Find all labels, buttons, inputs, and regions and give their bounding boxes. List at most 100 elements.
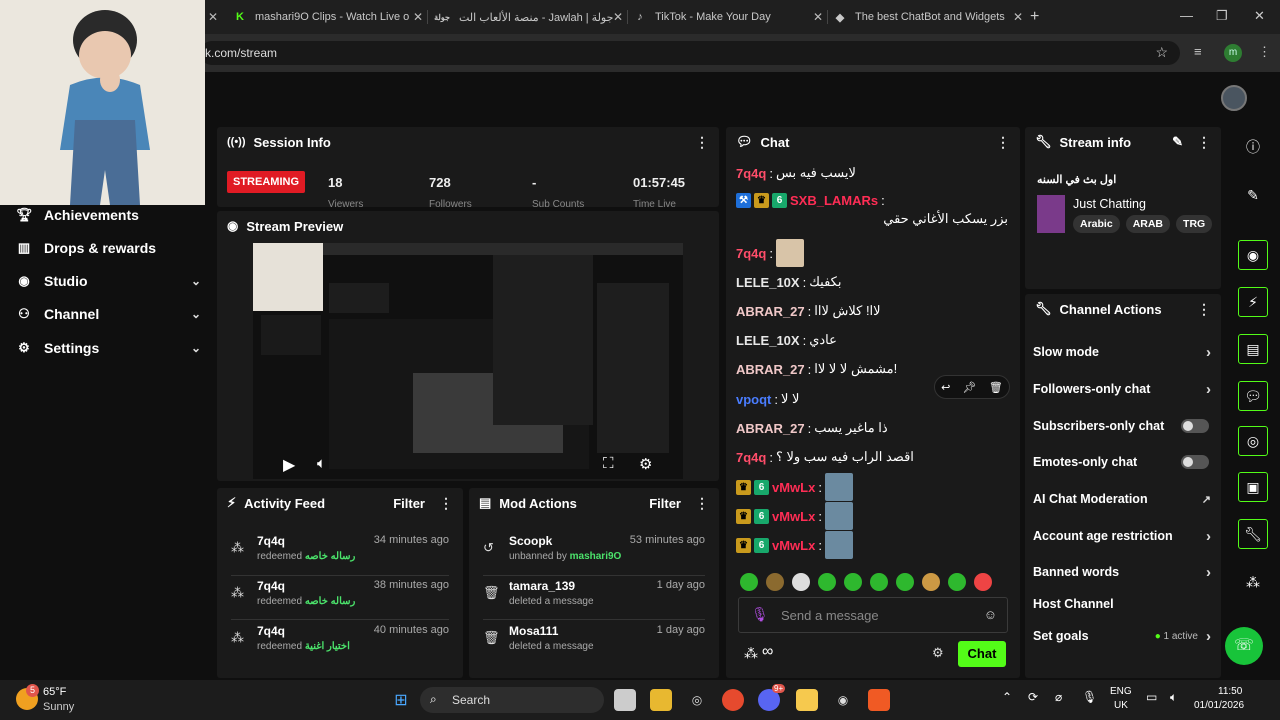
sidebar-item-achievements[interactable]: 🏆︎ Achievements	[16, 207, 201, 223]
wrench-icon[interactable]: 🔧︎	[1238, 519, 1268, 549]
chat-message[interactable]: ♛ 6 vMwLx:	[736, 473, 1008, 501]
browser-menu-icon[interactable]: ⋮	[1258, 44, 1271, 60]
support-button[interactable]: ☏	[1225, 627, 1263, 665]
sidebar-item-channel[interactable]: ⚇ Channel ⌄	[16, 306, 201, 322]
emote-icon[interactable]	[792, 573, 810, 591]
list-item[interactable]: ⁂ 7q4q redeemed رساله خاصه 34 minutes ag…	[231, 532, 453, 576]
emote-icon[interactable]	[818, 573, 836, 591]
action-ai-moderation[interactable]: AI Chat Moderation ↗	[1033, 489, 1211, 509]
stream-video[interactable]: ▶ 🔈︎ ⛶ ⚙	[253, 243, 683, 479]
chat-message[interactable]: ♛ 6 vMwLx:	[736, 502, 1008, 530]
broadcast-icon[interactable]: ◎	[1238, 426, 1268, 456]
folder-icon[interactable]	[650, 689, 672, 711]
star-icon[interactable]: ☆	[1155, 44, 1168, 61]
emote-bar[interactable]	[740, 573, 1000, 591]
browser-tab-kick[interactable]: K mashari9O Clips - Watch Live o ✕	[233, 4, 423, 30]
volume-icon[interactable]: 🔈︎	[317, 455, 326, 472]
info-icon[interactable]: ⓘ	[1238, 132, 1268, 162]
subscribers-only-toggle[interactable]	[1181, 419, 1209, 433]
fullscreen-icon[interactable]: ⛶	[603, 455, 614, 472]
network-icon[interactable]: ⌀	[1055, 690, 1062, 704]
region[interactable]: UK	[1114, 700, 1128, 711]
taskbar-search[interactable]: ⌕ Search	[420, 687, 604, 713]
sidebar-item-settings[interactable]: ⚙ Settings ⌄	[16, 340, 201, 356]
profile-avatar[interactable]: m	[1224, 44, 1242, 62]
microphone-icon[interactable]: 🎙︎	[1082, 690, 1097, 704]
close-icon[interactable]: ✕	[613, 10, 623, 24]
sidebar-item-studio[interactable]: ◉ Studio ⌄	[16, 273, 201, 289]
volume-icon[interactable]: 🔈︎	[1170, 690, 1177, 705]
windows-start-icon[interactable]: ⊞	[390, 689, 412, 711]
camera-icon[interactable]: ◉	[1238, 240, 1268, 270]
emote-icon[interactable]	[922, 573, 940, 591]
chat-icon[interactable]: 💬︎	[1238, 381, 1268, 411]
chat-message[interactable]: LELE_10X: بكفيك	[736, 274, 1008, 290]
browser-tab-chatbot[interactable]: ◆ The best ChatBot and Widgets ✕	[833, 4, 1023, 30]
more-icon[interactable]: ⋮	[1197, 135, 1211, 149]
send-chat-button[interactable]: Chat	[958, 641, 1006, 667]
action-slow-mode[interactable]: Slow mode ›	[1033, 342, 1211, 362]
task-view-icon[interactable]	[614, 689, 636, 711]
emote-icon[interactable]	[974, 573, 992, 591]
media-icon[interactable]: ≡	[1194, 44, 1202, 59]
gear-icon[interactable]: ⚙	[932, 645, 944, 661]
maximize-button[interactable]: ❐	[1216, 8, 1228, 24]
chrome-icon[interactable]	[722, 689, 744, 711]
gear-icon[interactable]: ⚙	[639, 455, 652, 473]
more-icon[interactable]: ⋮	[1197, 302, 1211, 316]
list-item[interactable]: 🗑︎ Mosa111 deleted a message 1 day ago	[483, 622, 709, 666]
close-icon[interactable]: ✕	[208, 10, 218, 24]
more-icon[interactable]: ⋮	[439, 496, 453, 510]
tray-chevron-icon[interactable]: ⌃	[1002, 690, 1012, 704]
microphone-icon[interactable]: 🎙︎	[751, 606, 769, 623]
action-set-goals[interactable]: Set goals ● 1 active ›	[1033, 626, 1211, 646]
list-item[interactable]: ⁂ 7q4q redeemed رساله خاصه 38 minutes ag…	[231, 577, 453, 621]
points-icon[interactable]: ⁂	[744, 645, 758, 662]
chat-message[interactable]: 7q4q: اقصد الراب فيه سب ولا ؟	[736, 449, 1008, 465]
chat-message[interactable]: ⚒ ♛ 6 SXB_LAMARs: بزر يسكب الأغاني حقي	[736, 193, 1008, 227]
close-icon[interactable]: ✕	[413, 10, 423, 24]
window-close-button[interactable]: ✕	[1254, 8, 1265, 24]
list-item[interactable]: ↺ Scoopk unbanned by mashari9O 53 minute…	[483, 532, 709, 576]
emote-icon[interactable]	[870, 573, 888, 591]
points-icon[interactable]: ⁂	[1238, 567, 1268, 597]
edit-icon[interactable]: ✎	[1172, 134, 1183, 150]
chat-message[interactable]: 7q4q: لايسب فيه بس	[736, 165, 1008, 181]
close-icon[interactable]: ✕	[1013, 10, 1023, 24]
emote-icon[interactable]	[766, 573, 784, 591]
filter-button[interactable]: Filter	[649, 496, 681, 511]
url-field[interactable]: k.com/stream ☆	[200, 41, 1180, 65]
more-icon[interactable]: ⋮	[996, 135, 1010, 149]
monitor-icon[interactable]: ▭	[1146, 690, 1157, 704]
minimize-button[interactable]: —	[1180, 8, 1193, 23]
pencil-icon[interactable]: ✎	[1238, 180, 1268, 210]
app-icon[interactable]: ◎	[686, 689, 708, 711]
chat-message[interactable]: 7q4q:	[736, 239, 1008, 267]
emoji-icon[interactable]: ☺	[984, 607, 997, 622]
list-item[interactable]: 🗑︎ tamara_139 deleted a message 1 day ag…	[483, 577, 709, 621]
emote-icon[interactable]	[896, 573, 914, 591]
close-icon[interactable]: ✕	[813, 10, 823, 24]
sync-icon[interactable]: ⟳	[1028, 690, 1038, 704]
action-banned-words[interactable]: Banned words ›	[1033, 562, 1211, 582]
action-followers-only[interactable]: Followers-only chat ›	[1033, 379, 1211, 399]
language[interactable]: ENG	[1110, 686, 1132, 697]
chat-message[interactable]: ABRAR_27: لاا! كلاش لااا	[736, 303, 1008, 319]
browser-tab-tiktok[interactable]: ♪ TikTok - Make Your Day ✕	[633, 4, 823, 30]
chat-message[interactable]: LELE_10X: عادي	[736, 332, 1008, 348]
bolt-icon[interactable]: ⚡︎	[1238, 287, 1268, 317]
sidebar-item-drops[interactable]: ▥ Drops & rewards	[16, 240, 201, 256]
chat-message[interactable]: vpoqt: لا لا	[736, 391, 1008, 407]
obs-icon[interactable]: ◉	[832, 689, 854, 711]
more-icon[interactable]: ⋮	[695, 135, 709, 149]
browser-tab-jawlah[interactable]: جولة منصة الألعاب الت - Jawlah | جولة ✕	[433, 4, 623, 30]
notes-icon[interactable]	[796, 689, 818, 711]
chat-input[interactable]: 🎙︎ Send a message ☺	[738, 597, 1008, 633]
filter-button[interactable]: Filter	[393, 496, 425, 511]
emote-icon[interactable]	[948, 573, 966, 591]
new-tab-button[interactable]: +	[1030, 8, 1039, 26]
document-icon[interactable]: ▤	[1238, 334, 1268, 364]
emote-icon[interactable]	[740, 573, 758, 591]
emotes-only-toggle[interactable]	[1181, 455, 1209, 469]
chat-message[interactable]: ABRAR_27: ذا ماغير يسب	[736, 420, 1008, 436]
